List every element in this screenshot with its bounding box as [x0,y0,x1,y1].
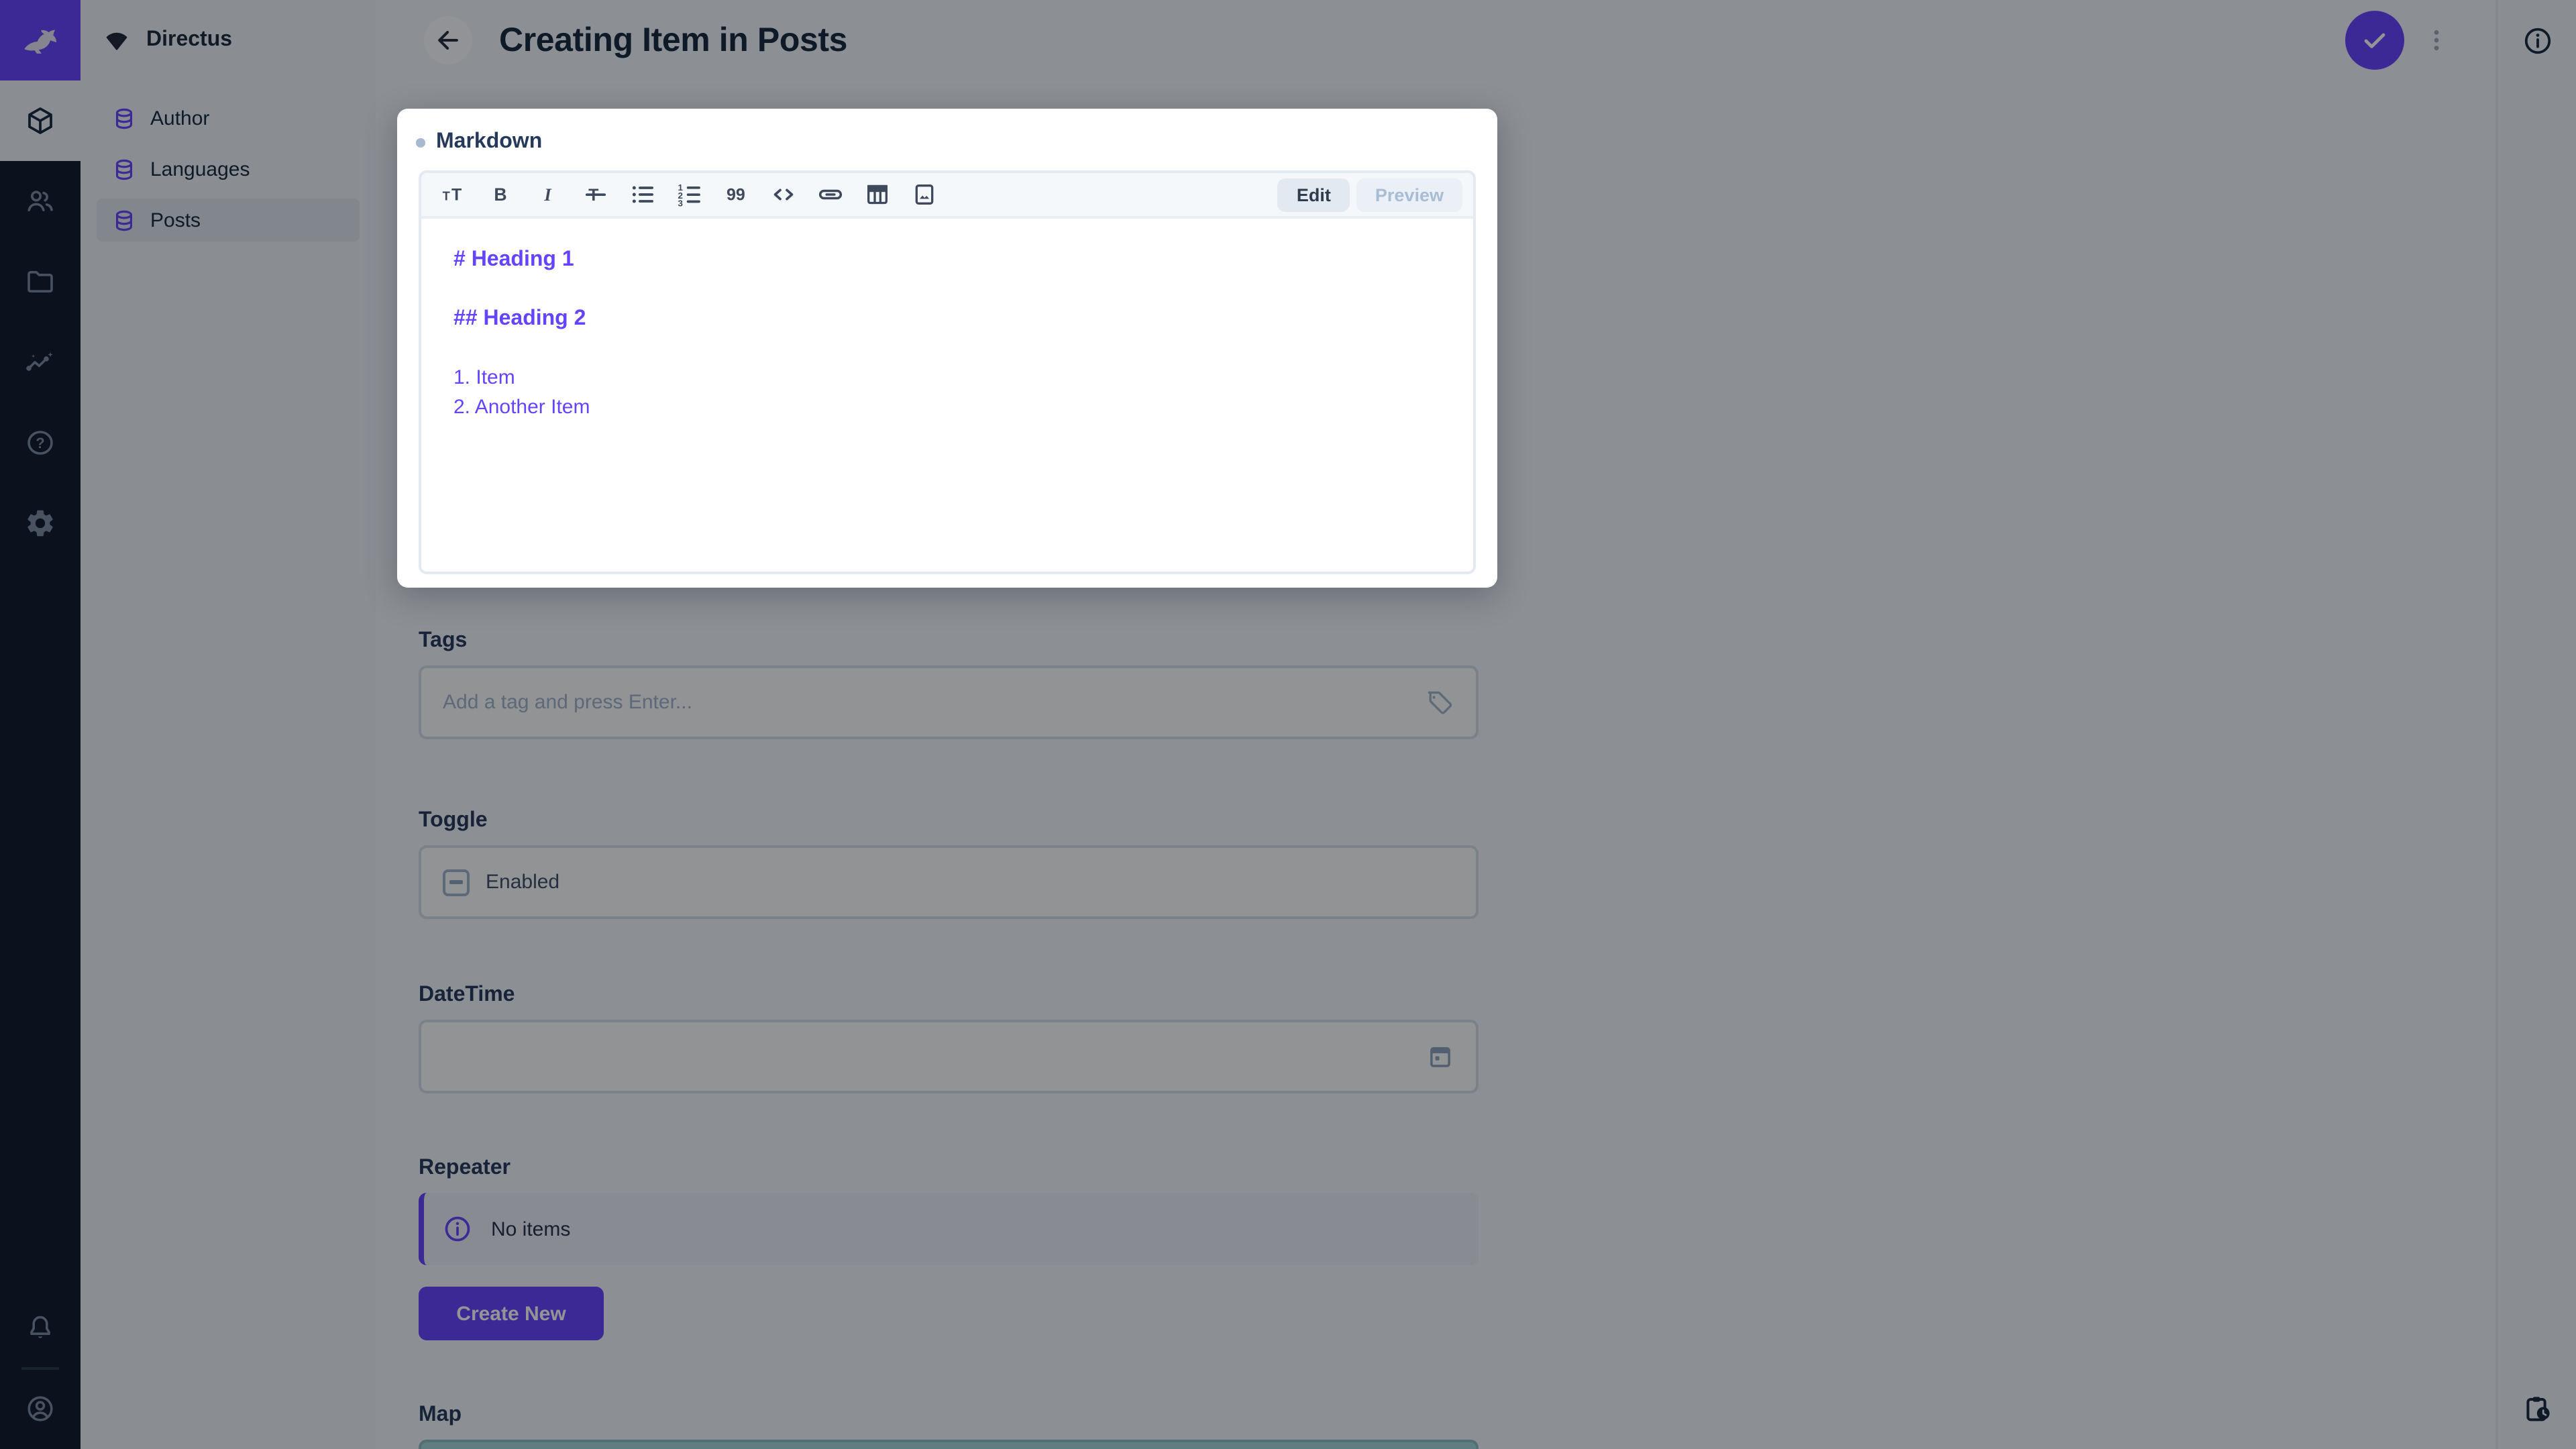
svg-text:3: 3 [678,199,683,209]
markdown-line: # Heading 1 [453,248,574,271]
format-list-numbered-icon[interactable]: 123 [672,177,707,212]
svg-text:99: 99 [727,185,745,204]
markdown-line: 1. Item [453,366,515,389]
format-quote-icon[interactable]: 99 [719,177,754,212]
svg-text:T: T [443,189,450,203]
svg-text:I: I [543,184,552,205]
markdown-line: 2. Another Item [453,396,590,419]
image-icon[interactable] [907,177,942,212]
app-window: ? Directus Author Languages Posts Creati… [0,0,2576,1449]
svg-text:B: B [494,184,506,205]
format-list-bulleted-icon[interactable] [625,177,660,212]
preview-tab-button[interactable]: Preview [1356,178,1462,211]
markdown-line: ## Heading 2 [453,307,586,330]
format-italic-icon[interactable]: I [531,177,566,212]
markdown-label: Markdown [436,130,543,153]
link-icon[interactable] [813,177,848,212]
markdown-toolbar: TT B I T 123 99 [421,173,1473,219]
format-bold-icon[interactable]: B [484,177,519,212]
svg-text:T: T [451,185,462,204]
markdown-editor: TT B I T 123 99 [419,170,1476,574]
markdown-textarea[interactable]: # Heading 1 ## Heading 2 1. Item 2. Anot… [421,219,1473,449]
edited-dot-indicator [416,138,425,147]
format-size-icon[interactable]: TT [437,177,472,212]
code-icon[interactable] [766,177,801,212]
markdown-field-card: Markdown TT B I T 123 [397,109,1497,588]
format-strikethrough-icon[interactable]: T [578,177,613,212]
table-icon[interactable] [860,177,895,212]
markdown-label-row: Markdown [416,127,1476,157]
edit-tab-button[interactable]: Edit [1277,178,1350,211]
